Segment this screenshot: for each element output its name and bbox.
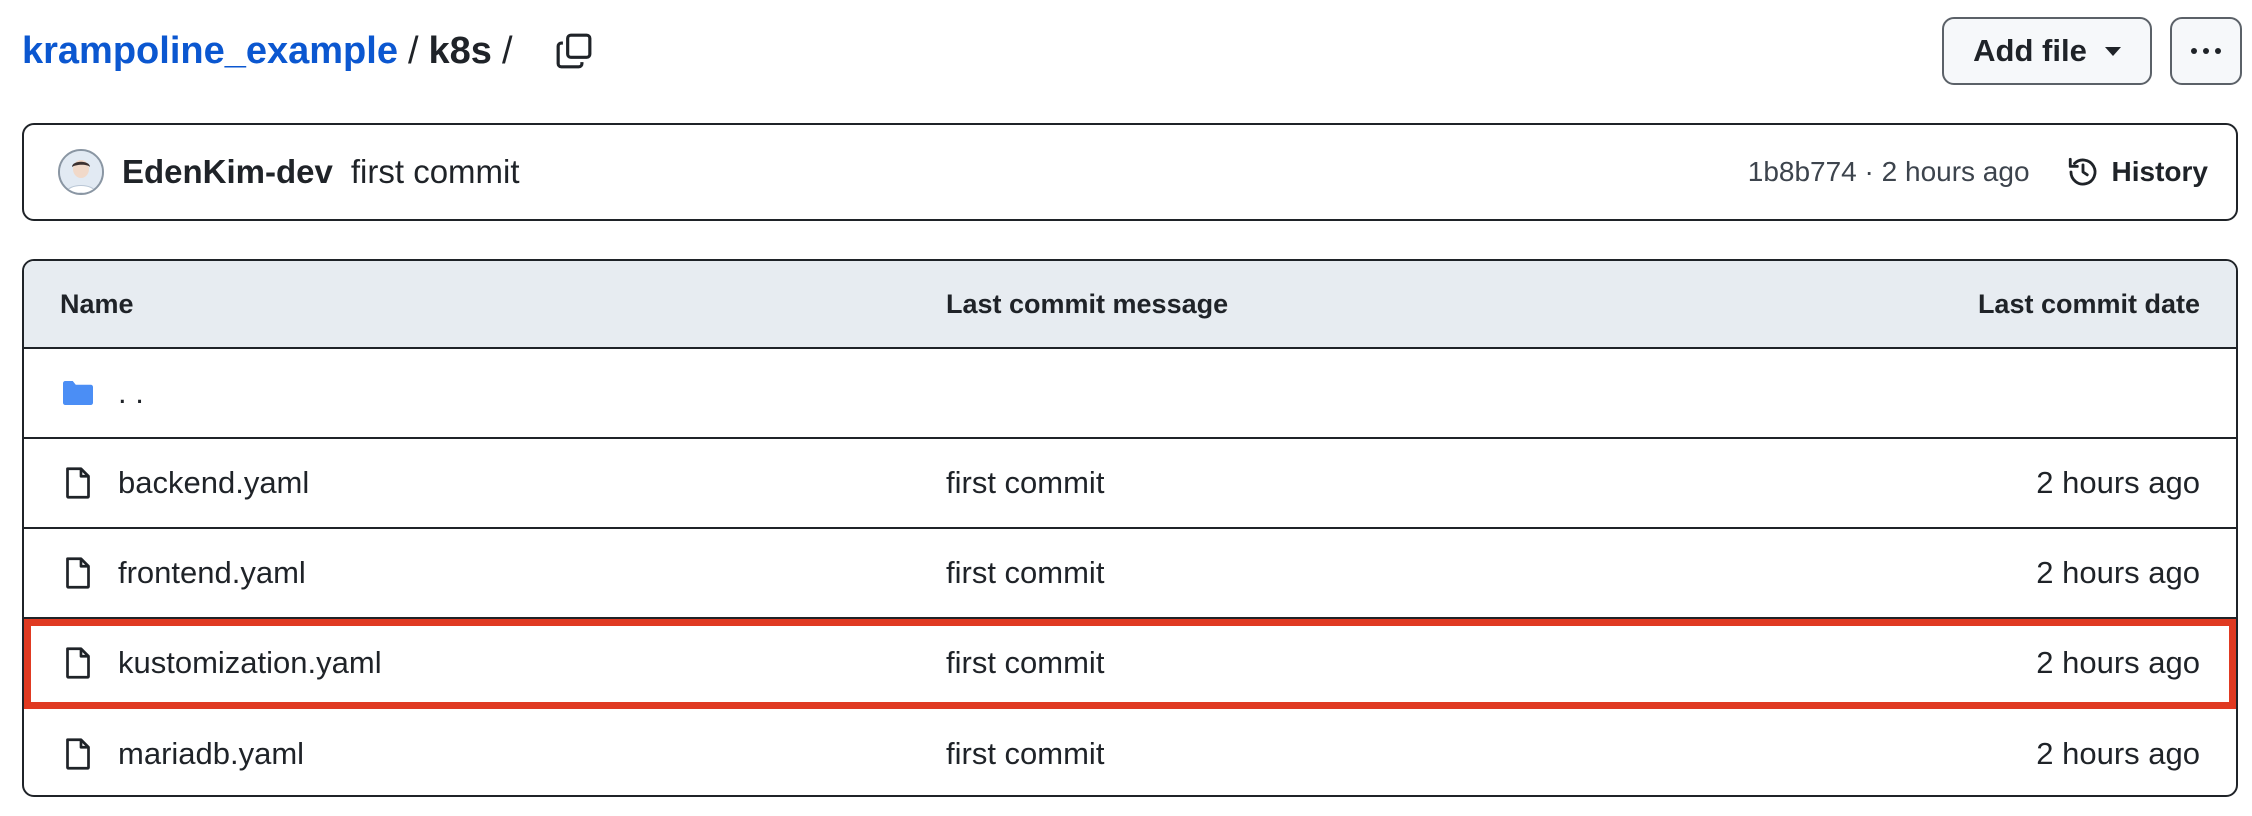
folder-icon xyxy=(63,381,93,405)
file-commit-message-link[interactable]: first commit xyxy=(946,465,1104,501)
breadcrumb-current-folder: k8s xyxy=(428,29,492,72)
file-table: Name Last commit message Last commit dat… xyxy=(22,259,2238,797)
header-name: Name xyxy=(60,288,134,319)
latest-commit-bar: EdenKim-dev first commit 1b8b774 · 2 hou… xyxy=(22,123,2238,221)
parent-directory-link[interactable]: . . xyxy=(118,375,144,411)
file-commit-message-link[interactable]: first commit xyxy=(946,645,1104,681)
top-bar: krampoline_example / k8s / Add file xyxy=(22,14,2242,88)
file-commit-date: 2 hours ago xyxy=(2036,465,2200,500)
file-commit-date: 2 hours ago xyxy=(2036,555,2200,590)
file-icon xyxy=(66,467,90,499)
file-icon xyxy=(66,738,90,770)
file-commit-message-link[interactable]: first commit xyxy=(946,555,1104,591)
commit-message-link[interactable]: first commit xyxy=(351,153,520,191)
file-name-link[interactable]: kustomization.yaml xyxy=(118,645,382,681)
more-options-button[interactable] xyxy=(2170,17,2242,85)
caret-down-icon xyxy=(2104,46,2121,56)
avatar-image-icon xyxy=(60,151,102,193)
file-commit-date: 2 hours ago xyxy=(2036,645,2200,680)
history-icon xyxy=(2068,157,2096,186)
header-last-commit-date: Last commit date xyxy=(1977,288,2200,319)
copy-icon xyxy=(556,33,591,69)
file-commit-message-link[interactable]: first commit xyxy=(946,736,1104,772)
kebab-horizontal-icon xyxy=(2188,48,2224,54)
history-button[interactable]: History xyxy=(2066,155,2208,189)
breadcrumb-repo-link[interactable]: krampoline_example xyxy=(22,30,398,73)
commit-sha-and-time[interactable]: 1b8b774 · 2 hours ago xyxy=(1748,156,2030,188)
file-name-link[interactable]: mariadb.yaml xyxy=(118,736,304,772)
table-header: Name Last commit message Last commit dat… xyxy=(24,261,2236,349)
table-row-highlighted[interactable]: kustomization.yaml first commit 2 hours … xyxy=(24,619,2236,709)
file-icon xyxy=(66,557,90,589)
avatar[interactable] xyxy=(58,149,104,195)
breadcrumb: krampoline_example / k8s / xyxy=(22,30,523,73)
copy-path-button[interactable] xyxy=(551,28,597,74)
header-last-commit-message: Last commit message xyxy=(946,288,1229,319)
file-name-link[interactable]: backend.yaml xyxy=(118,465,309,501)
add-file-button[interactable]: Add file xyxy=(1942,17,2152,85)
parent-directory-row[interactable]: . . xyxy=(24,349,2236,439)
breadcrumb-trailing-separator: / xyxy=(501,29,513,72)
file-name-link[interactable]: frontend.yaml xyxy=(118,555,306,591)
history-label: History xyxy=(2111,156,2208,187)
table-row[interactable]: backend.yaml first commit 2 hours ago xyxy=(24,439,2236,529)
commit-author-link[interactable]: EdenKim-dev xyxy=(122,153,333,191)
breadcrumb-separator: / xyxy=(407,29,419,72)
file-commit-date: 2 hours ago xyxy=(2036,736,2200,771)
table-row[interactable]: mariadb.yaml first commit 2 hours ago xyxy=(24,709,2236,795)
add-file-label: Add file xyxy=(1973,33,2087,68)
file-icon xyxy=(66,647,90,679)
table-row[interactable]: frontend.yaml first commit 2 hours ago xyxy=(24,529,2236,619)
